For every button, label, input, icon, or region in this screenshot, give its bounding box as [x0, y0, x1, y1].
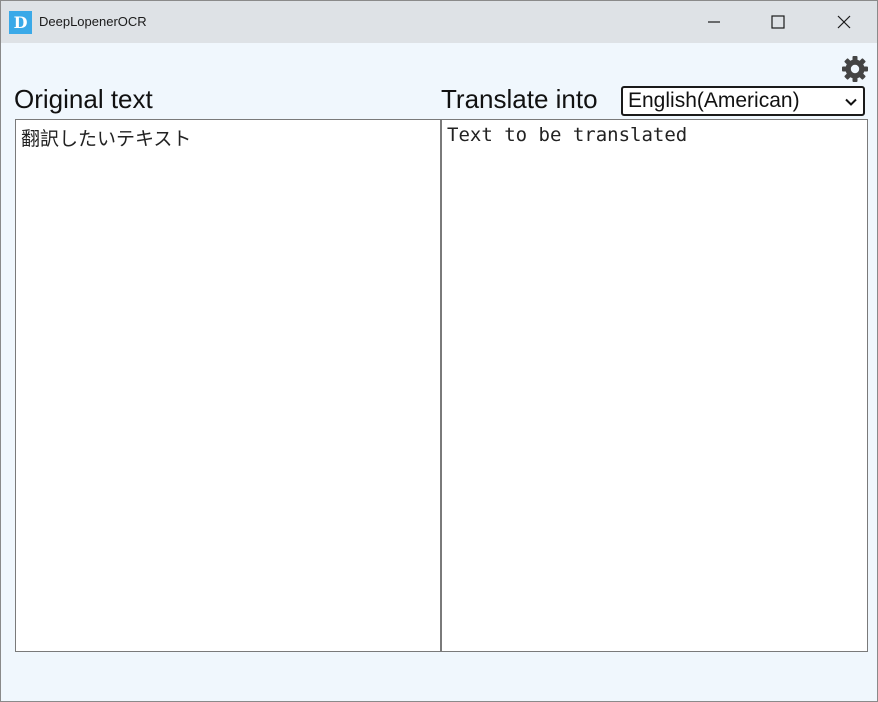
translate-into-label: Translate into — [441, 84, 598, 114]
title-bar[interactable]: D DeepLopenerOCR — [1, 1, 877, 43]
original-text-label: Original text — [14, 84, 153, 114]
app-icon: D — [9, 11, 32, 34]
window-title: DeepLopenerOCR — [39, 14, 147, 29]
chevron-down-icon — [845, 98, 857, 106]
app-window: D DeepLopenerOCR Original text Translate… — [0, 0, 878, 702]
maximize-icon — [771, 15, 785, 29]
minimize-icon — [708, 21, 720, 23]
close-button[interactable] — [812, 1, 876, 43]
gear-icon — [842, 56, 868, 82]
target-language-select[interactable]: English(American) — [621, 86, 865, 116]
settings-button[interactable] — [841, 55, 869, 83]
target-language-value: English(American) — [628, 89, 800, 112]
minimize-button[interactable] — [682, 1, 746, 43]
original-text-input[interactable]: 翻訳したいテキスト — [15, 119, 441, 652]
translated-text-output[interactable]: Text to be translated — [441, 119, 868, 652]
maximize-button[interactable] — [746, 1, 810, 43]
close-icon — [837, 15, 851, 29]
